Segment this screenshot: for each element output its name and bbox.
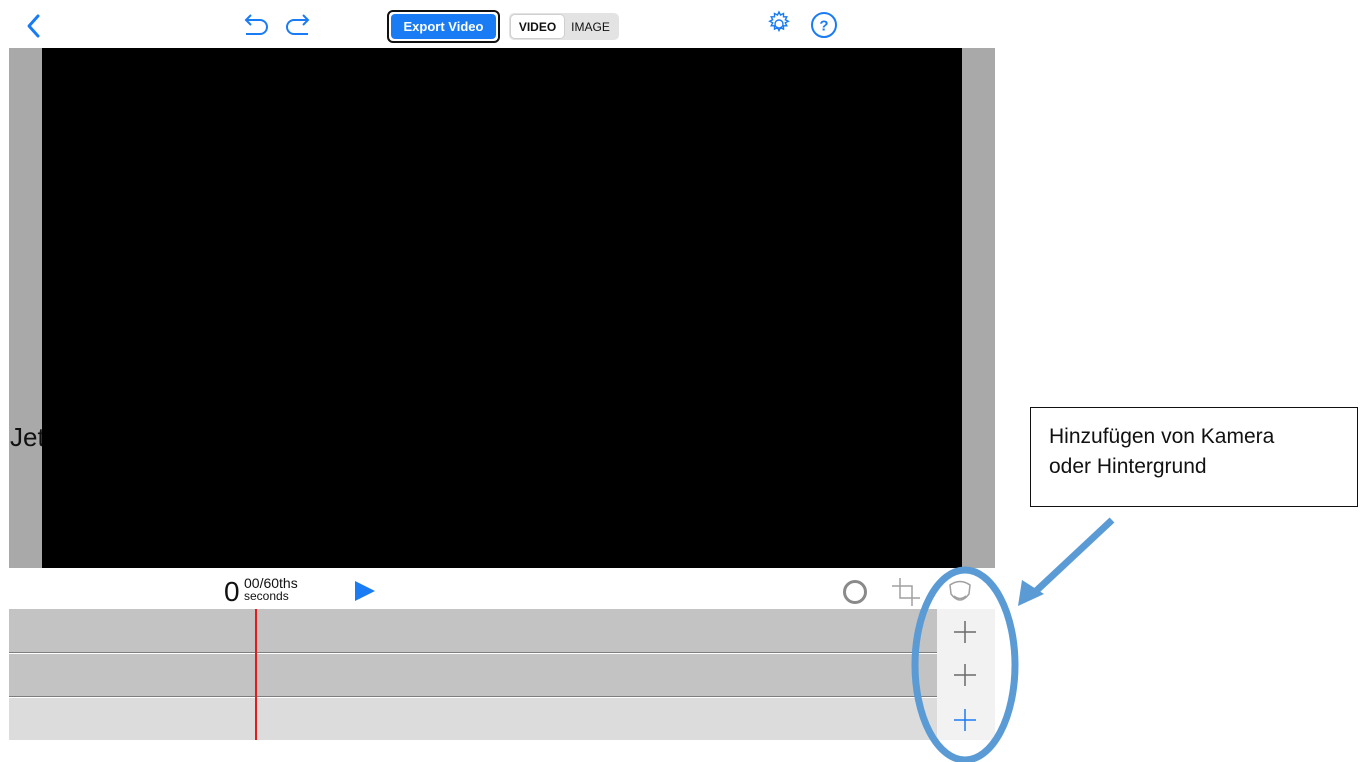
track-divider <box>9 652 937 653</box>
undo-icon[interactable] <box>240 12 272 38</box>
add-background-plus-icon[interactable] <box>950 660 980 690</box>
help-icon[interactable]: ? <box>810 11 838 39</box>
mode-option-video[interactable]: VIDEO <box>511 15 564 38</box>
callout-line-1: Hinzufügen von Kamera <box>1049 425 1275 448</box>
timeline-track-1[interactable] <box>9 609 937 652</box>
mode-option-image[interactable]: IMAGE <box>564 15 617 38</box>
time-seconds-value: 0 <box>224 576 240 607</box>
timeline-track-2[interactable] <box>9 654 937 696</box>
annotation-arrow-shaft <box>1032 517 1115 595</box>
play-icon[interactable] <box>352 578 378 604</box>
add-track-plus-icon[interactable] <box>950 705 980 735</box>
add-camera-plus-icon[interactable] <box>950 617 980 647</box>
export-video-label: Export Video <box>391 14 496 39</box>
back-chevron-icon[interactable] <box>24 12 44 40</box>
crop-icon[interactable] <box>890 576 922 608</box>
time-unit: seconds <box>244 589 289 603</box>
svg-text:?: ? <box>819 18 828 35</box>
export-video-button[interactable]: Export Video <box>387 10 500 43</box>
redo-icon[interactable] <box>282 12 314 38</box>
mask-icon[interactable] <box>946 576 974 608</box>
track-divider <box>9 696 937 697</box>
record-circle-icon[interactable] <box>842 579 868 605</box>
annotation-arrow-head <box>1018 580 1044 606</box>
callout-line-2: oder Hintergrund <box>1049 455 1207 478</box>
video-canvas[interactable] <box>42 48 962 568</box>
mode-segmented-control[interactable]: VIDEO IMAGE <box>509 13 619 40</box>
canvas-partial-text: Jet <box>10 422 42 452</box>
settings-gear-icon[interactable] <box>764 9 794 39</box>
timeline-track-3[interactable] <box>9 698 937 740</box>
annotation-callout: Hinzufügen von Kamera oder Hintergrund <box>1030 407 1358 507</box>
playhead[interactable] <box>255 609 257 740</box>
